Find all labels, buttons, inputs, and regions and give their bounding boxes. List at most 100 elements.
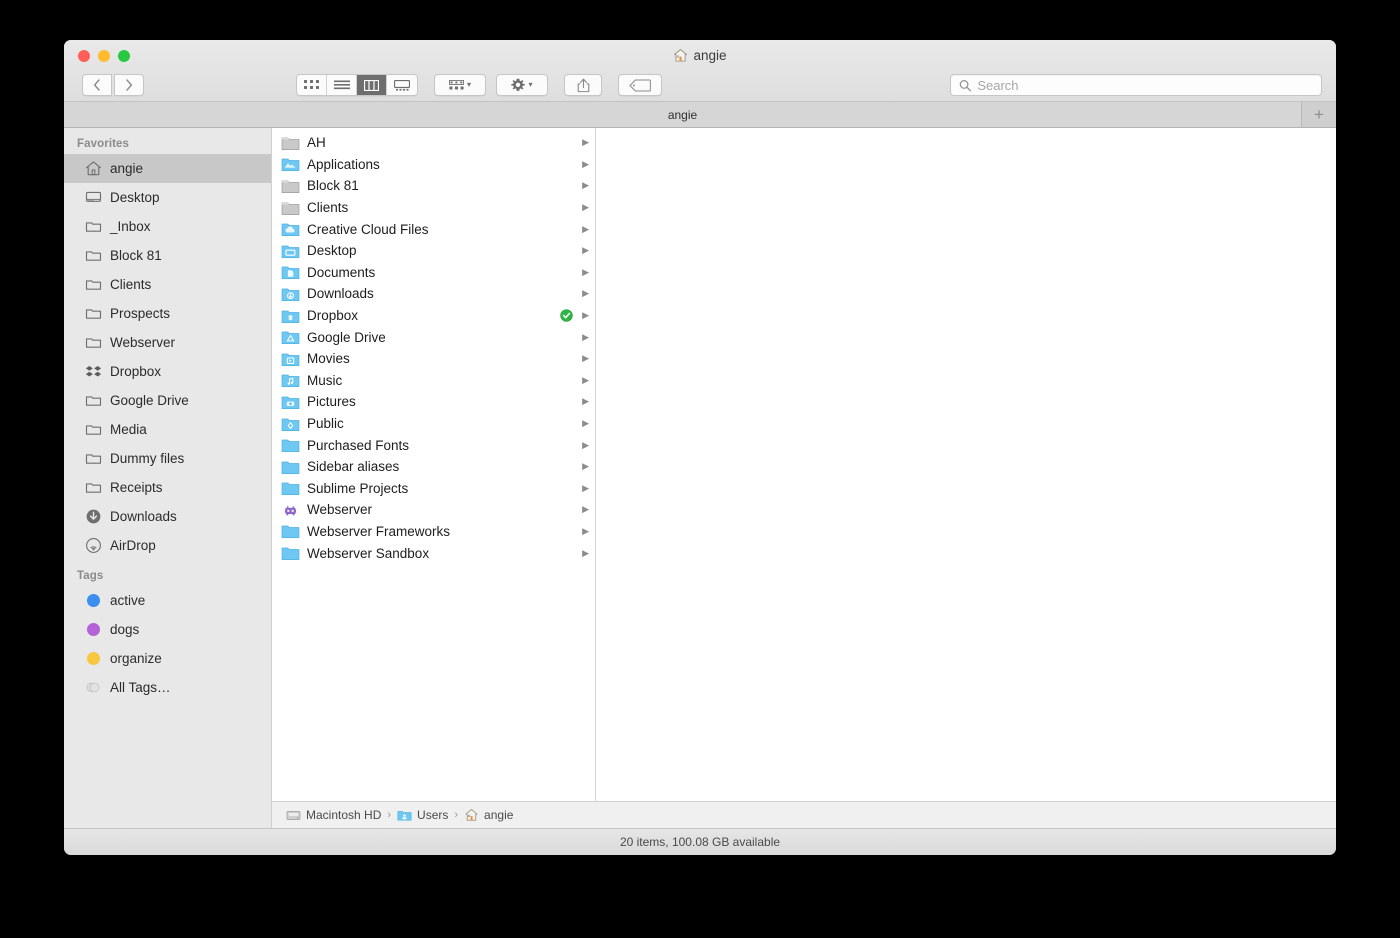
chevron-right-icon[interactable]: ▶: [580, 440, 589, 450]
minimize-button[interactable]: [98, 50, 110, 62]
folder-icon: [84, 479, 102, 497]
file-column-2[interactable]: [596, 128, 1336, 801]
table-row[interactable]: Google Drive ▶: [272, 326, 595, 348]
chevron-right-icon[interactable]: ▶: [580, 505, 589, 514]
chevron-right-icon[interactable]: ▶: [580, 462, 589, 471]
column-view-button[interactable]: [357, 75, 387, 95]
sidebar-item-prospects[interactable]: Prospects: [64, 299, 271, 328]
sidebar-item-clients[interactable]: Clients: [64, 270, 271, 299]
chevron-right-icon[interactable]: ▶: [580, 548, 589, 558]
chevron-right-icon[interactable]: ▶: [580, 267, 589, 277]
sidebar-item-all-tags[interactable]: All Tags…: [64, 673, 271, 702]
table-row[interactable]: Pictures ▶: [272, 391, 595, 413]
table-row[interactable]: Music ▶: [272, 370, 595, 392]
airdrop-icon: [84, 537, 102, 555]
icon-view-button[interactable]: [297, 75, 327, 95]
chevron-right-icon[interactable]: ▶: [580, 224, 589, 234]
list-view-button[interactable]: [327, 75, 357, 95]
table-row[interactable]: Applications ▶: [272, 154, 595, 176]
tag-icon: [629, 78, 651, 92]
file-column-1[interactable]: AH ▶ Applications ▶ Block 81 ▶ Clients ▶…: [272, 128, 596, 801]
sidebar-item-tag-organize[interactable]: organize: [64, 644, 271, 673]
close-button[interactable]: [78, 50, 90, 62]
sidebar-item-label: Receipts: [110, 480, 163, 495]
chevron-right-icon[interactable]: ▶: [580, 419, 589, 428]
sidebar-item-angie[interactable]: angie: [64, 154, 271, 183]
sidebar-item-airdrop[interactable]: AirDrop: [64, 531, 271, 560]
sidebar-item-dropbox[interactable]: Dropbox: [64, 357, 271, 386]
chevron-right-icon[interactable]: ▶: [580, 203, 589, 212]
chevron-right-icon[interactable]: ▶: [580, 181, 589, 190]
sidebar-item-inbox[interactable]: _Inbox: [64, 212, 271, 241]
new-tab-button[interactable]: +: [1302, 102, 1336, 127]
tags-button[interactable]: [618, 74, 662, 96]
sidebar-item-dummy-files[interactable]: Dummy files: [64, 444, 271, 473]
window-body: Favorites angie Desktop _Inbox Block 81 …: [64, 128, 1336, 828]
search-input[interactable]: [977, 77, 1313, 93]
sidebar-item-label: Downloads: [110, 509, 177, 524]
table-row[interactable]: Downloads ▶: [272, 283, 595, 305]
zoom-button[interactable]: [118, 50, 130, 62]
chevron-right-icon[interactable]: ▶: [580, 311, 589, 320]
status-text: 20 items, 100.08 GB available: [619, 835, 781, 849]
chevron-right-icon[interactable]: ▶: [580, 246, 589, 255]
table-row[interactable]: AH ▶: [272, 132, 595, 154]
chevron-right-icon[interactable]: ▶: [580, 375, 589, 385]
folder-documents-icon: [281, 266, 300, 280]
chevron-right-icon[interactable]: ▶: [580, 138, 589, 147]
chevron-right-icon[interactable]: ▶: [580, 289, 589, 298]
chevron-right-icon[interactable]: ▶: [580, 159, 589, 169]
table-row[interactable]: Movies ▶: [272, 348, 595, 370]
table-row[interactable]: Public ▶: [272, 413, 595, 435]
chevron-right-icon[interactable]: ▶: [580, 332, 589, 342]
arrange-icon: [448, 79, 464, 89]
table-row[interactable]: Sidebar aliases ▶: [272, 456, 595, 478]
breadcrumb-item-macintosh-hd[interactable]: Macintosh HD: [286, 808, 381, 822]
table-row[interactable]: Webserver ▶: [272, 499, 595, 521]
table-row[interactable]: Block 81 ▶: [272, 175, 595, 197]
sidebar-item-media[interactable]: Media: [64, 415, 271, 444]
table-row[interactable]: Creative Cloud Files ▶: [272, 218, 595, 240]
chevron-right-icon[interactable]: ▶: [580, 354, 589, 363]
file-name: Block 81: [307, 178, 359, 194]
sidebar-item-tag-dogs[interactable]: dogs: [64, 615, 271, 644]
table-row[interactable]: Dropbox ▶: [272, 305, 595, 327]
folder-downloads-icon: [281, 288, 300, 302]
table-row[interactable]: Documents ▶: [272, 262, 595, 284]
share-button[interactable]: [564, 74, 602, 96]
folder-blue-icon: [281, 547, 300, 561]
table-row[interactable]: Purchased Fonts ▶: [272, 434, 595, 456]
chevron-right-icon[interactable]: ▶: [580, 526, 589, 536]
sidebar-item-google-drive[interactable]: Google Drive: [64, 386, 271, 415]
action-button[interactable]: ▾: [496, 74, 548, 96]
icon-view-icon: [304, 79, 319, 89]
table-row[interactable]: Webserver Frameworks ▶: [272, 521, 595, 543]
sidebar-item-webserver[interactable]: Webserver: [64, 328, 271, 357]
gear-icon: [511, 78, 526, 91]
folder-gray-icon: [281, 180, 300, 194]
forward-button[interactable]: [114, 74, 144, 96]
table-row[interactable]: Webserver Sandbox ▶: [272, 542, 595, 564]
sidebar-item-desktop[interactable]: Desktop: [64, 183, 271, 212]
view-mode-group: [296, 74, 418, 96]
back-button[interactable]: [82, 74, 112, 96]
search-field[interactable]: [950, 74, 1322, 96]
sidebar-section-tags-header: Tags: [77, 570, 104, 582]
sidebar-item-downloads[interactable]: Downloads: [64, 502, 271, 531]
table-row[interactable]: Sublime Projects ▶: [272, 478, 595, 500]
sidebar-item-receipts[interactable]: Receipts: [64, 473, 271, 502]
breadcrumb-item-angie[interactable]: angie: [464, 808, 513, 822]
sidebar-item-tag-active[interactable]: active: [64, 586, 271, 615]
breadcrumb-item-users[interactable]: Users: [397, 808, 448, 822]
tab-angie[interactable]: angie: [64, 102, 1302, 127]
chevron-right-icon[interactable]: ▶: [580, 483, 589, 493]
chevron-right-icon[interactable]: ▶: [580, 397, 589, 406]
arrange-button[interactable]: ▾: [434, 74, 486, 96]
file-name: Desktop: [307, 243, 357, 259]
table-row[interactable]: Clients ▶: [272, 197, 595, 219]
file-name: Purchased Fonts: [307, 437, 410, 453]
gallery-view-button[interactable]: [387, 75, 417, 95]
breadcrumb-label: Users: [417, 808, 449, 822]
sidebar-item-block-81[interactable]: Block 81: [64, 241, 271, 270]
table-row[interactable]: Desktop ▶: [272, 240, 595, 262]
